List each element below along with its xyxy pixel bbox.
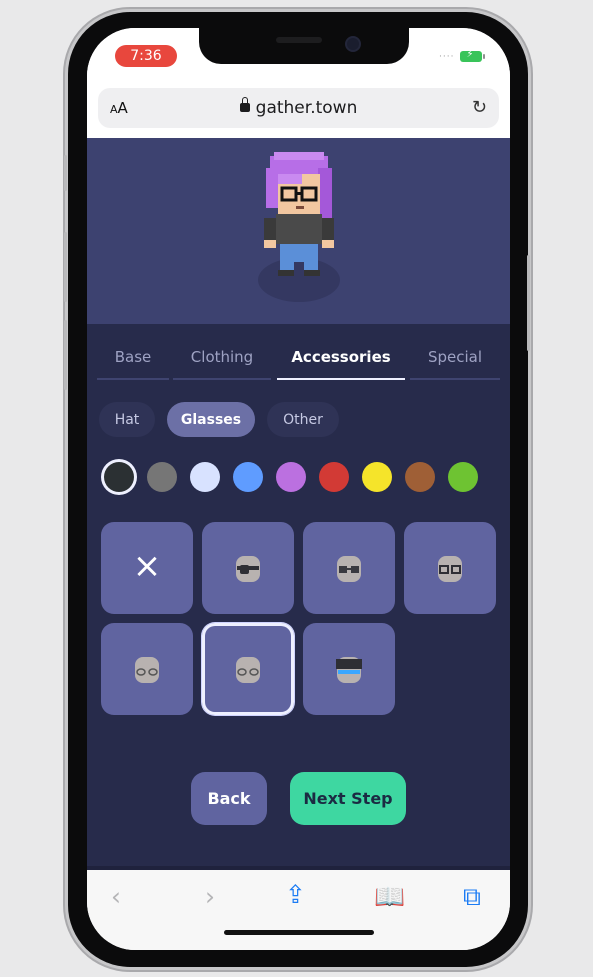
tab-clothing[interactable]: Clothing	[173, 348, 271, 366]
eyepatch-icon	[236, 556, 260, 582]
tab-accessories[interactable]: Accessories	[277, 348, 405, 366]
option-glasses-6[interactable]	[303, 623, 395, 715]
close-icon: ×	[132, 546, 162, 586]
subtab-hat[interactable]: Hat	[99, 402, 155, 437]
forward-arrow-icon[interactable]: ›	[205, 882, 215, 911]
bookmarks-icon[interactable]: 📖	[374, 882, 405, 912]
thin-glasses-icon	[135, 657, 159, 683]
color-swatch-2[interactable]	[147, 462, 177, 492]
round-thin-glasses-icon	[236, 657, 260, 683]
notch	[199, 28, 409, 64]
next-step-button[interactable]: Next Step	[290, 772, 406, 825]
power-button	[527, 255, 530, 351]
home-indicator	[224, 930, 374, 935]
volume-up-button	[64, 232, 67, 302]
back-button[interactable]: Back	[191, 772, 267, 825]
address-bar[interactable]: AA gather.town ↻	[98, 88, 499, 128]
url-text: gather.town	[255, 98, 358, 118]
back-arrow-icon[interactable]: ‹	[111, 882, 121, 911]
color-swatch-4[interactable]	[233, 462, 263, 492]
tab-special[interactable]: Special	[410, 348, 500, 366]
color-swatch-9[interactable]	[448, 462, 478, 492]
tab-base[interactable]: Base	[97, 348, 169, 366]
tab-clothing-underline	[173, 378, 271, 380]
color-swatch-5[interactable]	[276, 462, 306, 492]
mute-switch	[64, 155, 67, 191]
status-bar: 7:36 ···· ⚡	[87, 28, 510, 84]
option-glasses-4[interactable]	[101, 623, 193, 715]
dark-glasses-icon	[337, 556, 361, 582]
round-glasses-icon	[438, 556, 462, 582]
category-tabs: Base Clothing Accessories Special	[87, 336, 510, 382]
tab-base-underline	[97, 378, 169, 380]
reload-icon[interactable]: ↻	[472, 97, 487, 118]
visor-glasses-icon	[336, 657, 362, 683]
color-swatch-7[interactable]	[362, 462, 392, 492]
volume-down-button	[64, 320, 67, 390]
status-icons: ···· ⚡	[439, 49, 486, 62]
safari-toolbar: ‹ › ⇪ 📖 ⧉	[87, 870, 510, 950]
tab-special-underline	[410, 378, 500, 380]
color-swatch-8[interactable]	[405, 462, 435, 492]
option-glasses-2[interactable]	[303, 522, 395, 614]
avatar-editor: Base Clothing Accessories Special Hat Gl…	[87, 138, 510, 870]
url-display[interactable]: gather.town	[98, 97, 499, 118]
option-glasses-5-selected[interactable]	[202, 623, 294, 715]
option-none[interactable]: ×	[101, 522, 193, 614]
signal-icon: ····	[439, 51, 455, 62]
color-swatch-6[interactable]	[319, 462, 349, 492]
subtab-other[interactable]: Other	[267, 402, 339, 437]
avatar-preview-area	[87, 138, 510, 324]
option-glasses-3[interactable]	[404, 522, 496, 614]
option-glasses-1[interactable]	[202, 522, 294, 614]
subtab-glasses[interactable]: Glasses	[167, 402, 255, 437]
tabs-icon[interactable]: ⧉	[463, 882, 481, 912]
phone-screen: 7:36 ···· ⚡ AA gather.town ↻ Base Clothi…	[87, 28, 510, 950]
color-swatch-3[interactable]	[190, 462, 220, 492]
color-swatch-1[interactable]	[104, 462, 134, 492]
lock-icon	[239, 97, 250, 112]
share-icon[interactable]: ⇪	[285, 880, 306, 909]
battery-icon: ⚡	[460, 49, 486, 62]
time-indicator: 7:36	[115, 45, 177, 67]
speaker	[276, 37, 322, 43]
tab-accessories-underline	[277, 378, 405, 380]
front-camera	[345, 36, 361, 52]
avatar-preview	[264, 152, 334, 276]
